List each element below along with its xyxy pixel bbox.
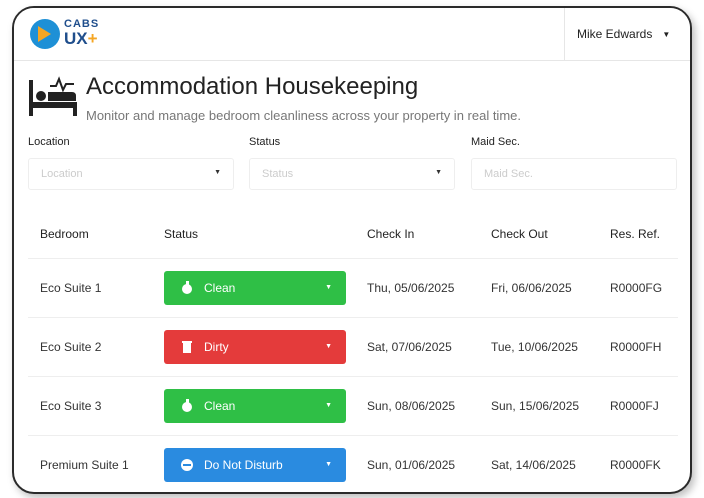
top-bar: CABS UX+ Mike Edwards ▼ xyxy=(14,8,690,61)
caret-down-icon: ▼ xyxy=(325,461,332,468)
caret-down-icon: ▼ xyxy=(214,169,221,176)
broom-icon xyxy=(180,399,194,413)
bedroom-name: Eco Suite 2 xyxy=(40,340,102,354)
filter-maid-sec: Maid Sec. Maid Sec. xyxy=(471,136,677,190)
table-row: Eco Suite 2 Dirty ▼ Sat, 07/06/2025 Tue,… xyxy=(28,317,678,376)
cabs-ux-logo[interactable]: CABS UX+ xyxy=(30,18,110,52)
filter-bar: Location Location ▼ Status Status ▼ Maid… xyxy=(28,136,678,202)
check-out: Fri, 06/06/2025 xyxy=(491,280,572,295)
column-header: Status xyxy=(164,227,199,241)
no-entry-icon xyxy=(180,458,194,472)
filter-label: Location xyxy=(28,136,70,148)
filter-location: Location Location ▼ xyxy=(28,136,234,190)
caret-down-icon: ▼ xyxy=(662,29,671,39)
status-dropdown-clean[interactable]: Clean ▼ xyxy=(164,271,346,305)
status-cell: Do Not Disturb ▼ xyxy=(164,436,354,492)
status-dropdown-dirty[interactable]: Dirty ▼ xyxy=(164,330,346,364)
check-in: Sun, 01/06/2025 xyxy=(367,458,456,472)
column-header: Res. Ref. xyxy=(610,227,661,241)
check-out: Sat, 14/06/2025 xyxy=(491,457,576,472)
user-menu[interactable]: Mike Edwards ▼ xyxy=(564,8,690,60)
status-dropdown-clean[interactable]: Clean ▼ xyxy=(164,389,346,423)
logo-plus: + xyxy=(87,29,98,48)
broom-icon xyxy=(180,281,194,295)
status-label: Clean xyxy=(204,281,236,295)
res-ref: R0000FH xyxy=(610,340,662,354)
page-header: Accommodation Housekeeping Monitor and m… xyxy=(28,68,668,128)
res-ref: R0000FG xyxy=(610,281,663,295)
logo-text-main: UX+ xyxy=(64,29,98,49)
column-header: Check Out xyxy=(491,226,548,241)
filter-label: Maid Sec. xyxy=(471,136,520,148)
bedroom-name: Eco Suite 3 xyxy=(40,399,102,413)
app-window: CABS UX+ Mike Edwards ▼ Accommodation Ho… xyxy=(12,6,692,494)
bed-icon xyxy=(29,76,77,116)
check-in: Sat, 07/06/2025 xyxy=(367,340,452,354)
table-header: Bedroom Status Check In Check Out Res. R… xyxy=(28,210,678,258)
housekeeping-table: Bedroom Status Check In Check Out Res. R… xyxy=(28,210,678,492)
table-row: Eco Suite 1 Clean ▼ Thu, 05/06/2025 Fri,… xyxy=(28,258,678,317)
bedroom-name: Premium Suite 1 xyxy=(40,458,129,472)
column-header: Check In xyxy=(367,227,415,241)
page-title: Accommodation Housekeeping xyxy=(86,73,419,100)
logo-ux: UX xyxy=(64,29,88,48)
select-placeholder: Status xyxy=(262,168,294,180)
check-out: Sun, 15/06/2025 xyxy=(491,398,580,413)
status-label: Clean xyxy=(204,399,236,413)
status-cell: Clean ▼ xyxy=(164,377,354,435)
table-row: Eco Suite 3 Clean ▼ Sun, 08/06/2025 Sun,… xyxy=(28,376,678,435)
status-label: Dirty xyxy=(204,340,229,354)
trash-icon xyxy=(180,340,194,354)
logo-play-triangle xyxy=(38,26,51,42)
status-cell: Clean ▼ xyxy=(164,259,354,317)
status-dropdown-do-not-disturb[interactable]: Do Not Disturb ▼ xyxy=(164,448,346,482)
maid-sec-input[interactable]: Maid Sec. xyxy=(471,158,677,190)
caret-down-icon: ▼ xyxy=(325,343,332,350)
select-placeholder: Location xyxy=(41,168,83,180)
check-in: Thu, 05/06/2025 xyxy=(367,281,455,295)
res-ref: R0000FK xyxy=(610,458,661,472)
input-placeholder: Maid Sec. xyxy=(484,168,533,180)
bedroom-name: Eco Suite 1 xyxy=(40,281,102,295)
caret-down-icon: ▼ xyxy=(325,402,332,409)
page-subtitle: Monitor and manage bedroom cleanliness a… xyxy=(86,108,521,123)
caret-down-icon: ▼ xyxy=(325,284,332,291)
check-in: Sun, 08/06/2025 xyxy=(367,399,456,413)
table-row: Premium Suite 1 Do Not Disturb ▼ Sun, 01… xyxy=(28,435,678,492)
check-out: Tue, 10/06/2025 xyxy=(491,339,578,354)
column-header: Bedroom xyxy=(40,227,89,241)
status-select[interactable]: Status ▼ xyxy=(249,158,455,190)
user-name: Mike Edwards xyxy=(577,27,653,41)
location-select[interactable]: Location ▼ xyxy=(28,158,234,190)
status-label: Do Not Disturb xyxy=(204,458,283,472)
caret-down-icon: ▼ xyxy=(435,169,442,176)
filter-status: Status Status ▼ xyxy=(249,136,455,190)
res-ref: R0000FJ xyxy=(610,399,659,413)
status-cell: Dirty ▼ xyxy=(164,318,354,376)
filter-label: Status xyxy=(249,136,281,148)
